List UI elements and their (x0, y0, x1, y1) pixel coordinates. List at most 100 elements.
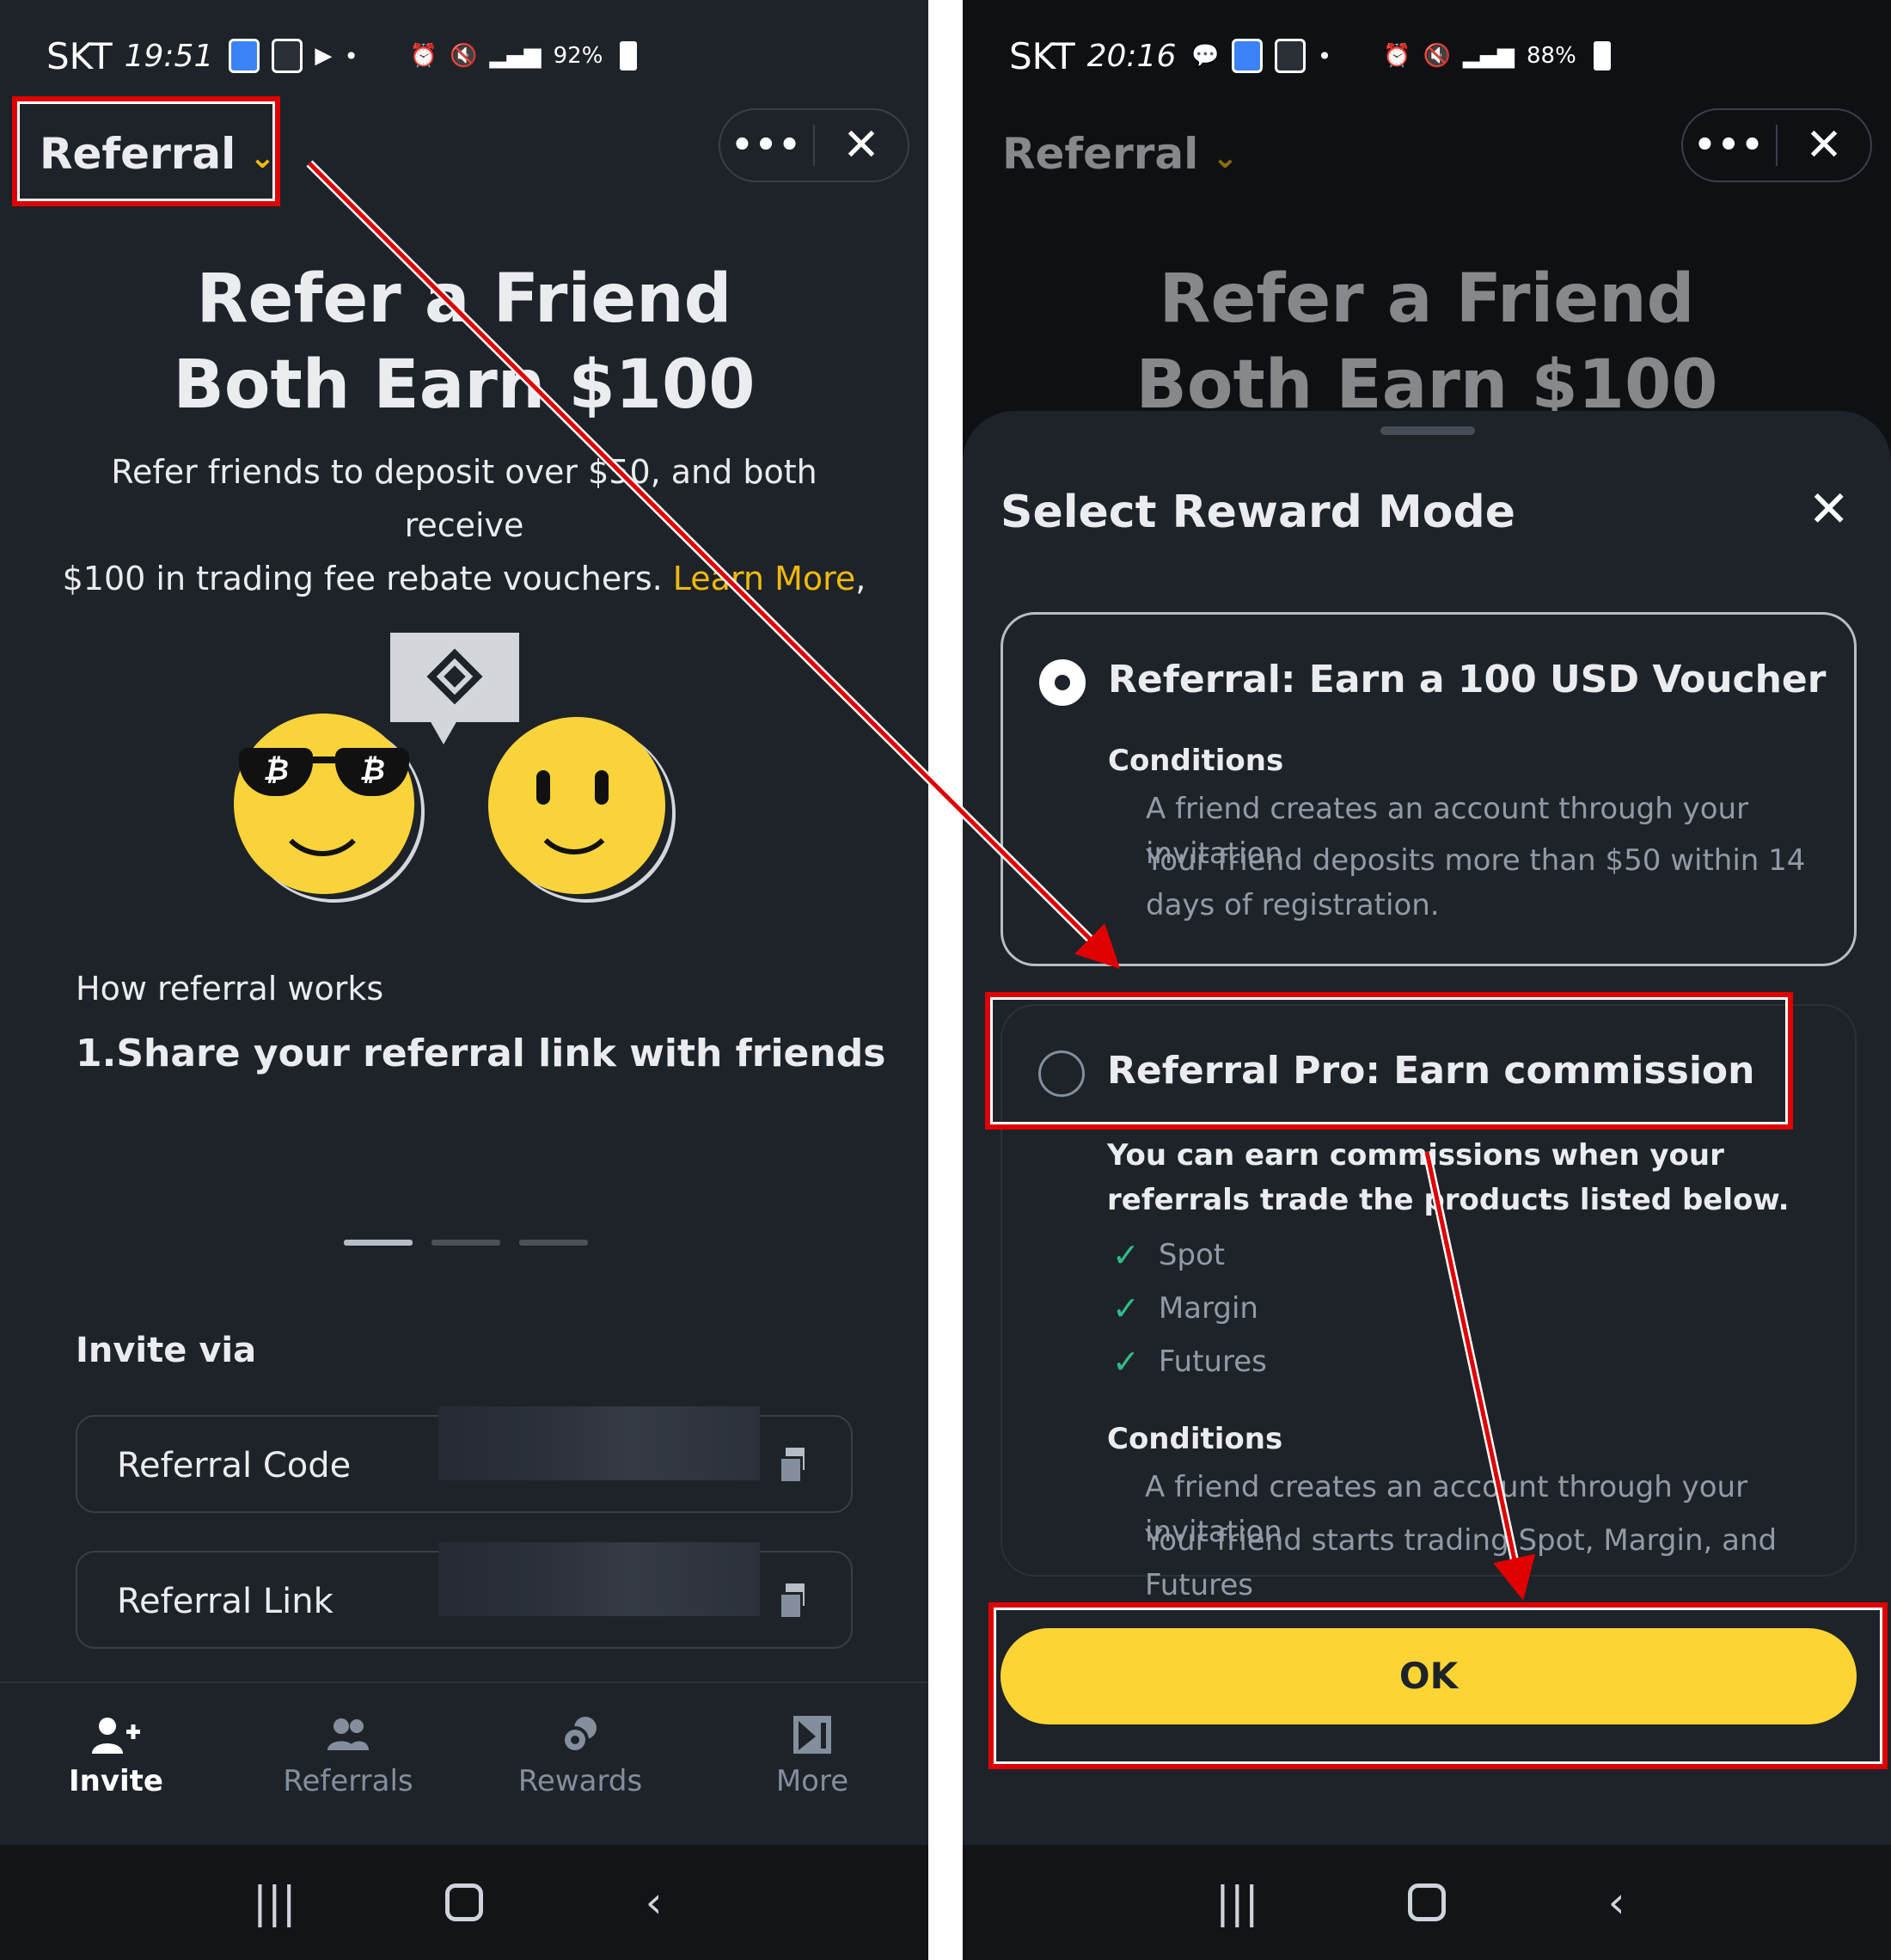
option-commission-conditions-heading: Conditions (1107, 1422, 1283, 1456)
tab-referrals[interactable]: Referrals (232, 1683, 464, 1845)
referral-code-value-redacted (438, 1406, 760, 1480)
coins-icon (554, 1714, 606, 1755)
recent-apps-button[interactable]: ||| (240, 1877, 309, 1927)
recent-apps-button[interactable]: ||| (1203, 1877, 1271, 1927)
glasses-lens-right: ₿ (335, 748, 409, 796)
more-notifications-icon: • (344, 41, 358, 70)
hero-subtitle-comma: , (855, 560, 866, 597)
glasses-bridge (309, 756, 339, 763)
annotation-highlight-referral-pro (985, 992, 1793, 1130)
clock: 20:16 (1086, 38, 1177, 74)
referral-screen: SKT 19:51 ▶ • ⏰ 🔇 ▂▄▆ 92% Referral ⌄ •••… (0, 0, 928, 1960)
home-button[interactable] (1407, 1883, 1446, 1921)
battery-percent: 88% (1527, 43, 1576, 69)
clock: 19:51 (124, 38, 214, 74)
battery-percent: 92% (553, 43, 603, 69)
mail-notification-icon (272, 39, 303, 73)
hero-title-line1: Refer a Friend (1159, 260, 1695, 338)
more-icon (786, 1714, 838, 1755)
annotation-highlight-ok (988, 1602, 1888, 1769)
option-voucher-conditions-heading: Conditions (1108, 744, 1284, 778)
copy-icon[interactable] (779, 1583, 806, 1620)
close-button[interactable]: ✕ (815, 119, 908, 171)
copy-icon[interactable] (779, 1448, 806, 1484)
referral-code-row[interactable]: Referral Code (76, 1406, 853, 1513)
option-commission-description: You can earn commissions when your refer… (1107, 1138, 1790, 1217)
more-notifications-icon: • (1317, 41, 1332, 70)
referral-code-label: Referral Code (117, 1446, 352, 1485)
tab-referrals-label: Referrals (283, 1764, 413, 1798)
play-icon: ▶ (315, 43, 333, 69)
hero-title-line1: Refer a Friend (196, 260, 732, 338)
alarm-icon: ⏰ (409, 43, 438, 69)
chevron-down-icon: ⌄ (1212, 139, 1239, 175)
mute-icon: 🔇 (1423, 43, 1451, 69)
miniapp-capsule: ••• ✕ (1681, 108, 1872, 182)
hero-subtitle: Refer friends to deposit over $50, and b… (52, 445, 877, 605)
hero-title-line2: Both Earn $100 (173, 346, 756, 424)
battery-icon (1593, 41, 1611, 70)
tab-more[interactable]: More (696, 1683, 928, 1845)
referral-link-value-redacted (438, 1542, 760, 1616)
battery-icon (620, 41, 638, 70)
smiley-eye-left (536, 770, 550, 805)
users-icon (322, 1714, 374, 1755)
close-button[interactable]: ✕ (1778, 119, 1870, 171)
product-margin: ✓ Margin (1112, 1289, 1258, 1327)
mail-notification-icon (1274, 39, 1306, 73)
carrier-label: SKT (1009, 34, 1075, 77)
app-notification-icon (1231, 39, 1263, 73)
carousel-dot-active[interactable] (344, 1240, 413, 1246)
tab-rewards[interactable]: Rewards (464, 1683, 696, 1845)
product-futures: ✓ Futures (1112, 1343, 1267, 1381)
product-label: Margin (1158, 1291, 1258, 1326)
app-notification-icon (229, 39, 260, 73)
sheet-close-button[interactable]: ✕ (1808, 480, 1850, 538)
sheet-drag-handle[interactable] (1380, 426, 1475, 435)
referral-dropdown[interactable]: Referral ⌄ (1002, 129, 1238, 179)
bitcoin-sunglasses-icon: ₿ ₿ (239, 748, 409, 796)
referral-link-label: Referral Link (117, 1582, 334, 1621)
more-options-button[interactable]: ••• (720, 126, 813, 165)
bottom-nav: Invite Referrals Rewards More (0, 1681, 928, 1845)
how-referral-works-label: How referral works (76, 970, 384, 1008)
more-options-button[interactable]: ••• (1683, 126, 1776, 165)
page-title: Referral (1002, 129, 1199, 179)
referral-link-row[interactable]: Referral Link (76, 1542, 853, 1649)
carousel-dot[interactable] (519, 1240, 588, 1246)
back-button[interactable]: ‹ (620, 1877, 688, 1927)
product-label: Futures (1158, 1344, 1267, 1379)
status-bar: SKT 19:51 ▶ • ⏰ 🔇 ▂▄▆ 92% (46, 31, 638, 81)
back-button[interactable]: ‹ (1582, 1877, 1651, 1927)
product-label: Spot (1158, 1238, 1226, 1272)
check-icon: ✓ (1112, 1236, 1140, 1274)
signal-icon: ▂▄▆ (1463, 43, 1515, 69)
tab-invite[interactable]: Invite (0, 1683, 232, 1845)
mute-icon: 🔇 (450, 43, 478, 69)
tab-more-label: More (775, 1764, 849, 1798)
signal-icon: ▂▄▆ (489, 43, 542, 69)
carousel-dot[interactable] (431, 1240, 500, 1246)
check-icon: ✓ (1112, 1343, 1140, 1381)
alarm-icon: ⏰ (1383, 43, 1411, 69)
option-voucher-title: Referral: Earn a 100 USD Voucher (1108, 658, 1827, 701)
option-voucher-condition-2: Your friend deposits more than $50 withi… (1146, 843, 1806, 922)
carrier-label: SKT (46, 34, 113, 77)
learn-more-link[interactable]: Learn More (673, 560, 856, 597)
screenshot-stage: SKT 19:51 ▶ • ⏰ 🔇 ▂▄▆ 92% Referral ⌄ •••… (0, 0, 1891, 1960)
system-nav-bar: ||| ‹ (0, 1845, 928, 1960)
home-button[interactable] (444, 1883, 483, 1921)
carousel-indicator[interactable] (344, 1240, 588, 1246)
reward-option-voucher[interactable]: Referral: Earn a 100 USD Voucher Conditi… (1001, 612, 1857, 966)
how-step-text: 1.Share your referral link with friends (76, 1032, 886, 1075)
sheet-title: Select Reward Mode (1001, 487, 1515, 538)
miniapp-capsule: ••• ✕ (719, 108, 909, 182)
annotation-highlight-referral (12, 96, 280, 206)
tab-invite-label: Invite (69, 1764, 163, 1798)
check-icon: ✓ (1112, 1289, 1140, 1327)
radio-selected-icon[interactable] (1039, 659, 1086, 706)
system-nav-bar: ||| ‹ (963, 1845, 1891, 1960)
talk-icon: 💬 (1191, 43, 1220, 69)
status-bar: SKT 20:16 💬 • ⏰ 🔇 ▂▄▆ 88% (1009, 31, 1611, 81)
hero-subtitle-line1: Refer friends to deposit over $50, and b… (111, 453, 817, 544)
